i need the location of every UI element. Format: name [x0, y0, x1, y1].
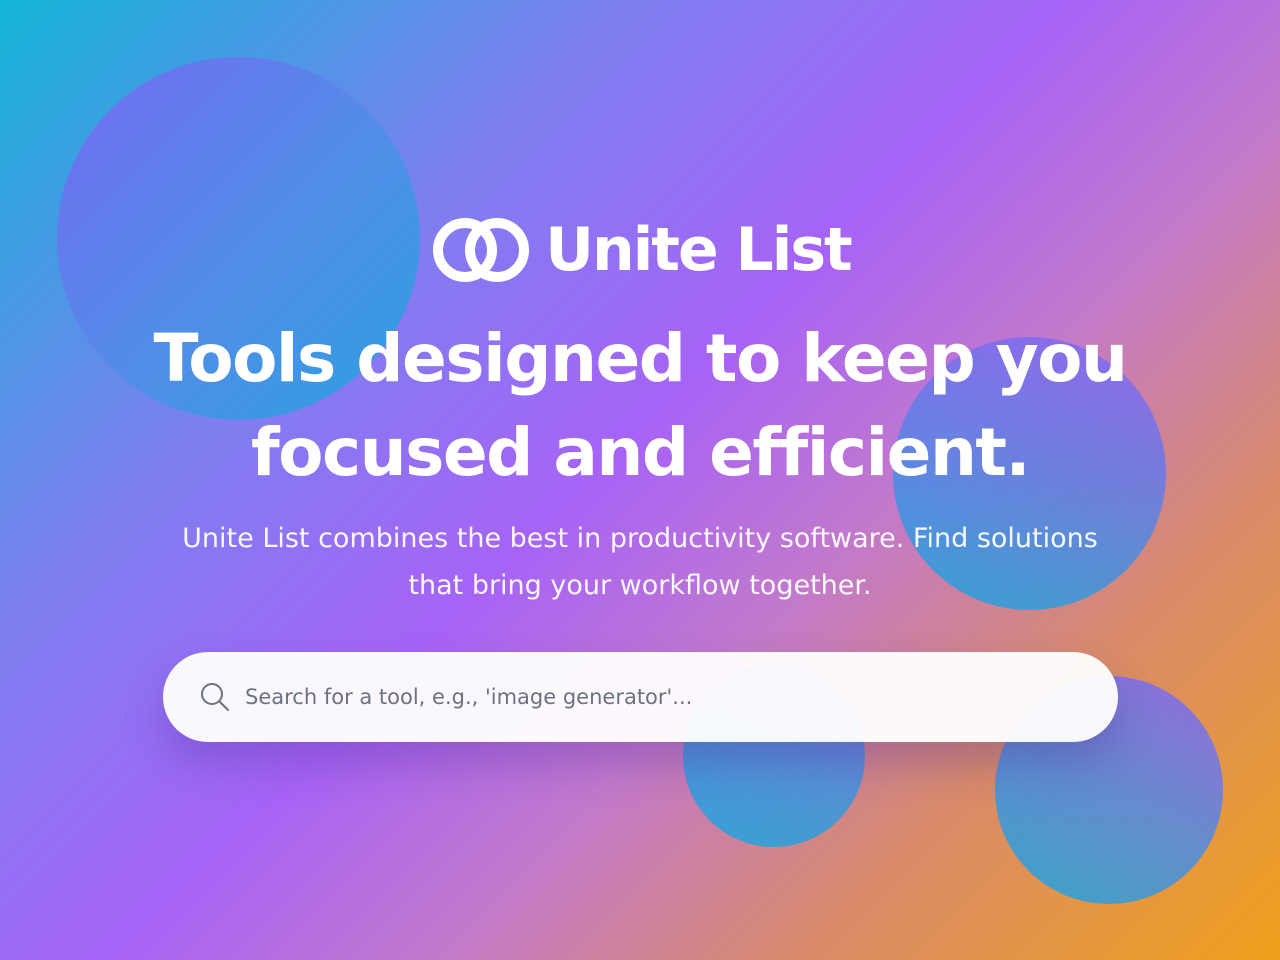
brand-name: Unite List	[545, 215, 852, 285]
page-title: Tools designed to keep you focused and e…	[80, 312, 1200, 500]
headline-line-1: Tools designed to keep you	[153, 320, 1128, 397]
hero-subtitle: Unite List combines the best in producti…	[120, 515, 1160, 609]
search-input[interactable]	[243, 676, 1067, 718]
search-icon	[201, 683, 229, 711]
brand-logo[interactable]: Unite List	[0, 214, 1280, 286]
search-bar[interactable]	[163, 652, 1118, 742]
hero-section: Unite List Tools designed to keep you fo…	[0, 0, 1280, 960]
interlocking-rings-icon	[433, 218, 530, 282]
subtitle-line-2: that bring your workflow together.	[408, 570, 872, 601]
headline-line-2: focused and efficient.	[250, 414, 1031, 491]
subtitle-line-1: Unite List combines the best in producti…	[182, 523, 1098, 554]
